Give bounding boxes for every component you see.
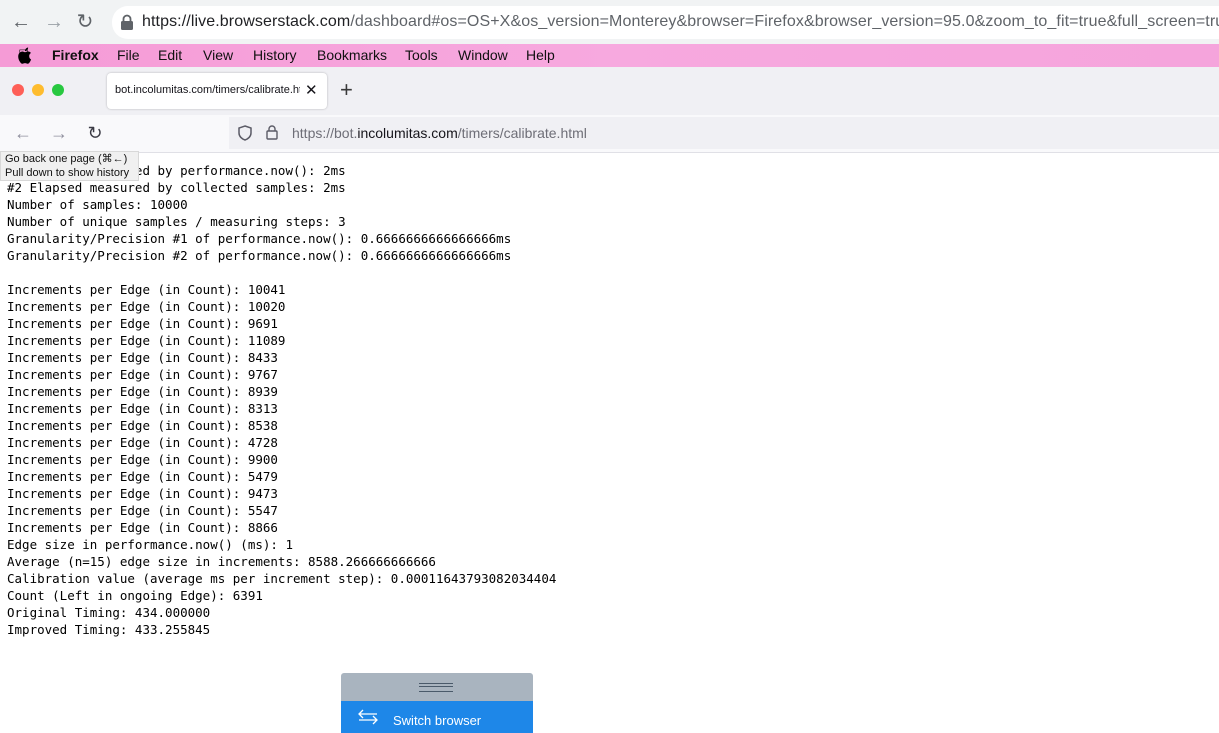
output-line: Increments per Edge (in Count): 8433 [7,350,278,365]
output-line: Improved Timing: 433.255845 [7,622,211,637]
output-line: Increments per Edge (in Count): 8866 [7,520,278,535]
switch-browser-label: Switch browser [393,713,482,728]
menu-file[interactable]: File [117,47,140,63]
firefox-tab-strip: bot.incolumitas.com/timers/calibrate.htm… [0,67,1219,115]
window-zoom-button[interactable] [52,84,64,96]
output-line: Number of unique samples / measuring ste… [7,214,346,229]
output-line: Increments per Edge (in Count): 11089 [7,333,286,348]
window-minimize-button[interactable] [32,84,44,96]
url-prefix: https://bot. [292,125,358,141]
menu-window[interactable]: Window [458,47,508,63]
chrome-url-text: https://live.browserstack.com/dashboard#… [142,13,1219,31]
output-line: Increments per Edge (in Count): 10041 [7,282,286,297]
grip-icon [419,683,453,692]
chrome-address-bar[interactable]: https://live.browserstack.com/dashboard#… [112,6,1219,39]
output-line: Original Timing: 434.000000 [7,605,211,620]
tab-title: bot.incolumitas.com/timers/calibrate.htm… [115,84,300,96]
output-line: Number of samples: 10000 [7,197,188,212]
forward-icon[interactable]: → [48,122,70,144]
output-line: Increments per Edge (in Count): 8313 [7,401,278,416]
menu-edit[interactable]: Edit [158,47,182,63]
macos-menu-bar:  Firefox File Edit View History Bookmar… [0,44,1219,67]
shield-icon[interactable] [238,125,252,141]
chrome-forward-icon[interactable]: → [42,10,66,34]
tooltip-line: Go back one page (⌘←) [5,153,128,165]
chrome-toolbar: ← → ↻ https://live.browserstack.com/dash… [0,0,1219,45]
firefox-address-bar[interactable]: https://bot.incolumitas.com/timers/calib… [229,117,1219,149]
output-line: Increments per Edge (in Count): 9767 [7,367,278,382]
tab-calibrate[interactable]: bot.incolumitas.com/timers/calibrate.htm… [107,73,327,109]
output-line: Granularity/Precision #1 of performance.… [7,231,512,246]
output-line: Granularity/Precision #2 of performance.… [7,248,512,263]
output-line: Increments per Edge (in Count): 4728 [7,435,278,450]
output-line: Edge size in performance.now() (ms): 1 [7,537,293,552]
url-domain: incolumitas.com [357,125,458,141]
output-line: Increments per Edge (in Count): 5479 [7,469,278,484]
chrome-url-path: /dashboard#os=OS+X&os_version=Monterey&b… [350,13,1219,30]
menu-view[interactable]: View [203,47,233,63]
tooltip-line: Pull down to show history [5,167,130,179]
lock-icon [121,14,133,30]
firefox-url-text: https://bot.incolumitas.com/timers/calib… [292,125,587,141]
switch-browser-button[interactable]: Switch browser [341,701,533,733]
menu-tools[interactable]: Tools [405,47,438,63]
output-line: Increments per Edge (in Count): 9473 [7,486,278,501]
switch-arrows-icon [358,709,378,725]
lock-icon[interactable] [266,125,278,140]
output-line: Calibration value (average ms per increm… [7,571,557,586]
chrome-url-host: https://live.browserstack.com [142,13,351,30]
chrome-back-icon[interactable]: ← [9,10,33,34]
panel-drag-handle[interactable] [341,673,533,701]
output-line: Increments per Edge (in Count): 9900 [7,452,278,467]
output-line: Average (n=15) edge size in increments: … [7,554,436,569]
reload-icon[interactable]: ↻ [84,122,106,144]
back-icon[interactable]: ← [12,122,34,144]
page-output: #1 Elapsed measured by performance.now()… [7,162,556,638]
output-line: Increments per Edge (in Count): 8538 [7,418,278,433]
menu-history[interactable]: History [253,47,297,63]
browserstack-panel: Switch browser [341,673,533,733]
menu-bookmarks[interactable]: Bookmarks [317,47,387,63]
apple-logo-icon[interactable] [17,47,32,64]
menu-help[interactable]: Help [526,47,555,63]
back-button-tooltip: Go back one page (⌘←) Pull down to show … [0,151,139,181]
firefox-nav-bar: ← → ↻ https://bot.incolumitas.com/timers… [0,115,1219,153]
chrome-reload-icon[interactable]: ↻ [73,10,97,34]
tab-close-icon[interactable]: ✕ [305,81,318,99]
output-line: #2 Elapsed measured by collected samples… [7,180,346,195]
output-line: Increments per Edge (in Count): 5547 [7,503,278,518]
output-line: Increments per Edge (in Count): 8939 [7,384,278,399]
url-path: /timers/calibrate.html [457,125,587,141]
output-line: Increments per Edge (in Count): 10020 [7,299,286,314]
output-line: Increments per Edge (in Count): 9691 [7,316,278,331]
output-line: Count (Left in ongoing Edge): 6391 [7,588,263,603]
new-tab-icon[interactable]: + [340,77,353,103]
menu-firefox[interactable]: Firefox [52,47,99,63]
window-close-button[interactable] [12,84,24,96]
